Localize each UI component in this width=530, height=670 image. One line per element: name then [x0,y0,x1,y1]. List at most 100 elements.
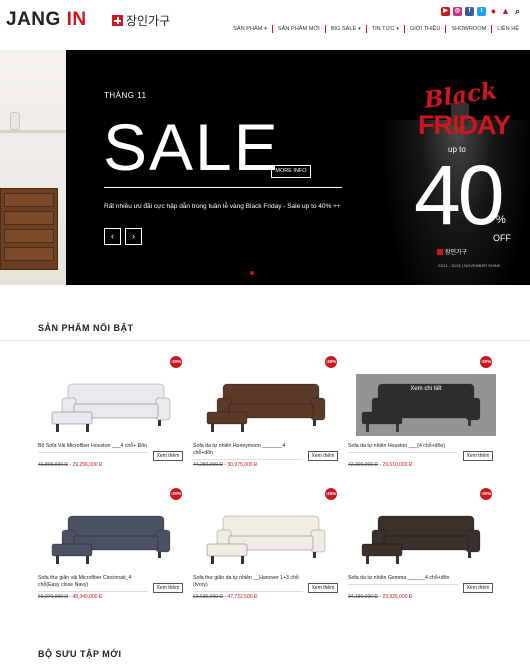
dresser-drawer [4,247,54,261]
discount-badge: -30% [170,488,182,500]
sofa-illustration [51,383,171,432]
hero-room-image [0,50,66,285]
old-price: 34,180,000 Đ [348,594,379,600]
sofa-illustration [361,515,481,564]
slider-next-button[interactable]: › [125,228,142,245]
sofa-illustration [51,515,171,564]
product-card[interactable]: -30% Sofa thư giãn vải Microfiber Cincinn… [38,482,188,612]
user-icon[interactable]: ● [489,7,498,16]
sale-price: 29,256,000 Đ [72,462,103,468]
dresser-drawer [4,211,54,225]
cart-icon[interactable]: ▲ [501,7,510,16]
hero-divider [104,187,342,188]
caret-down-icon: ▾ [396,26,399,32]
discount-badge: -25% [325,488,337,500]
sofa-illustration [206,515,326,564]
product-image[interactable]: Xem chi tiết [356,374,496,436]
product-prices: 41,800,000 Đ - 29,256,000 Đ [38,462,103,468]
section-divider [0,340,530,341]
sale-price: 47,722,500 Đ [227,594,258,600]
product-image[interactable] [201,506,341,568]
discount-badge: -30% [480,488,492,500]
instagram-icon[interactable]: ◎ [453,7,462,16]
view-more-button[interactable]: Xem thêm [308,451,338,461]
sofa-illustration [206,383,326,432]
nav-item-lien-he[interactable]: LIÊN HỆ [491,25,524,33]
dresser-drawer [4,193,54,207]
caret-down-icon: ▾ [358,26,361,32]
promo-percent: 40 [414,148,504,242]
youtube-icon[interactable]: ▶ [441,7,450,16]
promo-brand: 장인가구 [437,247,467,256]
brand-logo[interactable]: JANG IN [6,9,87,31]
product-image[interactable] [356,506,496,568]
search-icon[interactable]: ⌕ [513,7,522,16]
product-name[interactable]: Sofa thư giãn vải Microfiber Cincinnati_… [38,575,148,592]
sale-price: 48,349,000 Đ [72,594,103,600]
featured-section-title: SẢN PHẨM NỔI BẬT [38,323,134,333]
view-more-button[interactable]: Xem thêm [463,451,493,461]
nav-item-tin-tuc[interactable]: TIN TỨC ▾ [365,25,404,33]
old-price: 44,250,000 Đ [193,462,224,468]
view-more-button[interactable]: Xem thêm [153,583,183,593]
nav-item-san-pham[interactable]: SẢN PHẨM ▾ [228,25,272,33]
nav-item-showroom[interactable]: SHOWROOM [445,25,491,33]
nav-item-gioi-thieu[interactable]: GIỚI THIỆU [403,25,446,33]
promo-friday: FRIDAY [418,110,511,140]
view-more-button[interactable]: Xem thêm [153,451,183,461]
jangin-mark-icon [112,15,123,26]
product-hover-overlay[interactable]: Xem chi tiết [356,374,496,436]
product-image[interactable] [46,374,186,436]
product-prices: 63,630,000 Đ - 47,722,500 Đ [193,594,258,600]
wall-shelf [0,130,66,133]
product-prices: 34,180,000 Đ - 23,926,000 Đ [348,594,413,600]
product-card[interactable]: -30% Sofa da tự nhiên Gemma ______4 chỗ+đ… [348,482,498,612]
promo-off: OFF [493,233,511,243]
old-price: 69,070,000 Đ [38,594,69,600]
discount-badge: -30% [325,356,337,368]
product-name[interactable]: Sofa da tự nhiên Honeymoon _______4 chỗ+… [193,443,303,460]
promo-date: 23/11 - 30/11 | NOVEMBER SHINE [438,263,501,268]
dresser-image [0,188,58,270]
hero-month: THÁNG 11 [104,91,147,100]
jangin-mark-icon [437,248,443,255]
hero-subtitle: Rất nhiều ưu đãi cực hấp dẫn trong tuần … [104,203,341,210]
social-bar: ▶ ◎ f t ● ▲ ⌕ [441,7,522,16]
twitter-icon[interactable]: t [477,7,486,16]
product-name[interactable]: Sofa da tự nhiên Gemma ______4 chỗ+đôn [348,575,458,585]
product-card[interactable]: Xem chi tiết -30% Sofa da tự nhiên Houston… [348,350,498,480]
product-name[interactable]: Sofa da tự nhiên Houston ___(4 chỗ+đôn) [348,443,458,453]
sale-price: 30,975,000 Đ [227,462,258,468]
facebook-icon[interactable]: f [465,7,474,16]
product-card[interactable]: -30% Sofa da tự nhiên Honeymoon _______4 … [193,350,343,480]
product-image[interactable] [46,506,186,568]
slider-dot[interactable] [250,271,254,275]
caret-down-icon: ▾ [264,26,267,32]
view-more-button[interactable]: Xem thêm [308,583,338,593]
product-prices: 44,250,000 Đ - 30,975,000 Đ [193,462,258,468]
promo-percent-sign: % [496,214,506,226]
more-info-button[interactable]: MORE INFO [271,165,311,178]
product-image[interactable] [201,374,341,436]
product-name[interactable]: Sofa thư giãn da tự nhiên __Hanover 1+3 … [193,575,303,592]
view-more-button[interactable]: Xem thêm [463,583,493,593]
old-price: 63,630,000 Đ [193,594,224,600]
product-prices: 69,070,000 Đ - 48,349,000 Đ [38,594,103,600]
discount-badge: -30% [170,356,182,368]
product-prices: 42,300,000 Đ - 29,610,000 Đ [348,462,413,468]
old-price: 42,300,000 Đ [348,462,379,468]
main-nav: SẢN PHẨM ▾ SẢN PHẨM MỚI BIG SALE ▾ TIN TỨC… [228,25,524,33]
discount-badge: -30% [480,356,492,368]
sale-price: 23,926,000 Đ [382,594,413,600]
nav-item-san-pham-moi[interactable]: SẢN PHẨM MỚI [271,25,325,33]
slider-prev-button[interactable]: ‹ [104,228,121,245]
dresser-drawer [4,229,54,243]
product-card[interactable]: -30% Bộ Sofa Vải Microfiber Houston ___4 … [38,350,188,480]
site-header: JANG IN 장인가구 ▶ ◎ f t ● ▲ ⌕ SẢN PHẨM ▾ SẢN… [0,0,530,50]
product-name[interactable]: Bộ Sofa Vải Microfiber Houston ___4 chỗ+… [38,443,148,453]
collection-section-title: BỘ SƯU TẬP MỚI [38,649,122,659]
product-card[interactable]: -25% Sofa thư giãn da tự nhiên __Hanover … [193,482,343,612]
hero-headline: SALE [103,110,280,184]
brand-logo-korean[interactable]: 장인가구 [112,12,170,29]
nav-item-big-sale[interactable]: BIG SALE ▾ [324,25,366,33]
